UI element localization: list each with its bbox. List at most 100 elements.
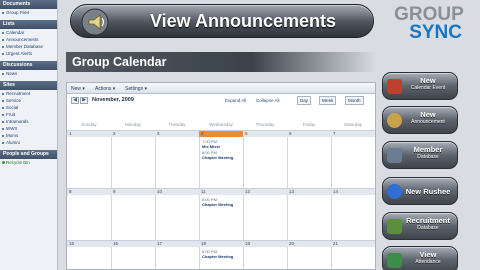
sidebar-heading-documents: Documents [0, 0, 57, 9]
sidebar-heading-lists: Lists [0, 20, 57, 29]
page-title: Group Calendar [72, 55, 167, 69]
new-calendar-event-button[interactable]: New Calendar Event [382, 72, 458, 100]
groupsync-logo: GROUP SYNC [380, 5, 478, 43]
day-number[interactable]: 15 [67, 241, 74, 246]
day-number[interactable]: 4 [199, 131, 204, 136]
day-number[interactable]: 21 [331, 241, 338, 246]
calendar-week: 15 16 17 18 19 20 21 8:00 PM Chapter Mee… [67, 240, 375, 270]
day-number[interactable]: 16 [111, 241, 118, 246]
prev-month-arrow-icon[interactable]: ◀ [71, 97, 79, 104]
dow-label: Wednesday [209, 122, 233, 127]
calendar-week: 1 2 3 4 5 6 7 7:00 PM Mix Mixer 8:00 PM … [67, 130, 375, 188]
calendar-icon [387, 79, 402, 94]
recruitment-database-button[interactable]: Recruitment Database [382, 212, 458, 240]
month-title: November, 2009 [92, 97, 134, 103]
calendar-panel: New ▾ Actions ▾ Settings ▾ ◀ ▶ November,… [66, 82, 376, 270]
button-label: New [420, 76, 436, 85]
banner-title: View Announcements [149, 11, 337, 31]
day-number[interactable]: 5 [243, 131, 248, 136]
collapse-all-link[interactable]: Collapse All [256, 98, 280, 103]
sidebar-item-calendar[interactable]: Calendar [0, 29, 57, 36]
view-attendance-button[interactable]: View Attendance [382, 246, 458, 270]
sidebar-item-service[interactable]: Service [0, 97, 57, 104]
day-number[interactable]: 19 [243, 241, 250, 246]
day-view-button[interactable]: Day [297, 96, 312, 105]
actions-menu[interactable]: Actions ▾ [95, 86, 115, 92]
day-number[interactable]: 18 [199, 241, 206, 246]
rushee-icon [387, 184, 402, 199]
days-of-week-header: Sunday Monday Tuesday Wednesday Thursday… [67, 122, 375, 130]
left-sidebar: Documents Group Files Lists Calendar Ann… [0, 0, 58, 270]
sidebar-item-recruitment[interactable]: Recruitment [0, 90, 57, 97]
day-number[interactable]: 9 [111, 189, 116, 194]
expand-all-link[interactable]: Expand All [225, 98, 246, 103]
recruitment-icon [387, 219, 402, 234]
new-menu[interactable]: New ▾ [71, 86, 85, 92]
sidebar-item-moms[interactable]: Moms [0, 132, 57, 139]
button-sublabel: Database [417, 225, 439, 231]
day-number[interactable]: 11 [199, 189, 206, 194]
button-sublabel: Calendar Event [410, 85, 446, 91]
sidebar-item-wwii[interactable]: WWII [0, 125, 57, 132]
button-label: Recruitment [406, 216, 450, 225]
day-number[interactable]: 17 [155, 241, 162, 246]
month-view-button[interactable]: Month [345, 96, 364, 105]
day-number[interactable]: 13 [287, 189, 294, 194]
dow-label: Thursday [255, 122, 275, 127]
settings-menu[interactable]: Settings ▾ [125, 86, 147, 92]
sidebar-item-news[interactable]: News [0, 70, 57, 77]
week-view-button[interactable]: Week [319, 96, 337, 105]
calendar-event[interactable]: 8:00 PM Chapter Meeting [202, 197, 233, 207]
button-sublabel: Database [417, 154, 439, 160]
member-database-button[interactable]: Member Database [382, 141, 458, 169]
event-title[interactable]: Chapter Meeting [202, 254, 233, 259]
next-month-arrow-icon[interactable]: ▶ [80, 97, 88, 104]
member-icon [387, 148, 402, 163]
sidebar-item-social[interactable]: Social [0, 104, 57, 111]
day-number[interactable]: 10 [155, 189, 162, 194]
sidebar-item-alumni[interactable]: Alumni [0, 139, 57, 146]
calendar-event[interactable]: 8:00 PM Chapter Meeting [202, 249, 233, 259]
calendar-event[interactable]: 7:00 PM Mix Mixer [202, 139, 220, 149]
sidebar-item-group-files[interactable]: Group Files [0, 9, 57, 16]
sidebar-item-recycle-bin[interactable]: Recycle Bin [0, 159, 57, 166]
day-number[interactable]: 8 [67, 189, 72, 194]
day-number[interactable]: 14 [331, 189, 338, 194]
megaphone-icon [387, 113, 402, 128]
sidebar-item-intramurals[interactable]: Intramurals [0, 118, 57, 125]
new-rushee-button[interactable]: New Rushee [382, 177, 458, 205]
section-header: Group Calendar [66, 52, 376, 72]
view-announcements-banner[interactable]: View Announcements [70, 4, 374, 38]
button-label: New Rushee [405, 187, 451, 196]
event-title[interactable]: Chapter Meeting [202, 155, 233, 160]
sidebar-item-announcements[interactable]: Announcements [0, 36, 57, 43]
sidebar-item-member-database[interactable]: Member Database [0, 43, 57, 50]
dow-label: Sunday [81, 122, 97, 127]
dow-label: Saturday [343, 122, 362, 127]
event-title[interactable]: Chapter Meeting [202, 202, 233, 207]
dow-label: Friday [302, 122, 316, 127]
calendar-event[interactable]: 8:00 PM Chapter Meeting [202, 150, 233, 160]
button-label: Member [413, 145, 443, 154]
event-title[interactable]: Mix Mixer [202, 144, 220, 149]
sidebar-item-urgent-alerts[interactable]: Urgent Alerts [0, 50, 57, 57]
sidebar-heading-discussions: Discussions [0, 61, 57, 70]
day-number[interactable]: 20 [287, 241, 294, 246]
new-announcement-button[interactable]: New Announcement [382, 106, 458, 134]
button-label: View [419, 250, 437, 259]
day-number[interactable]: 2 [111, 131, 116, 136]
day-number[interactable]: 1 [67, 131, 72, 136]
logo-sync-text: SYNC [409, 22, 462, 43]
sidebar-heading-people-and-groups[interactable]: People and Groups [0, 150, 57, 159]
calendar-nav: ◀ ▶ November, 2009 Expand All Collapse A… [67, 94, 375, 108]
day-number[interactable]: 3 [155, 131, 160, 136]
day-number[interactable]: 12 [243, 189, 250, 194]
sidebar-item-fruit[interactable]: Fruit [0, 111, 57, 118]
button-label: New [420, 110, 436, 119]
day-number[interactable]: 7 [331, 131, 336, 136]
today-highlight [199, 131, 243, 137]
sidebar-heading-sites: Sites [0, 81, 57, 90]
button-sublabel: Announcement [411, 119, 445, 125]
attendance-icon [387, 253, 402, 268]
day-number[interactable]: 6 [287, 131, 292, 136]
